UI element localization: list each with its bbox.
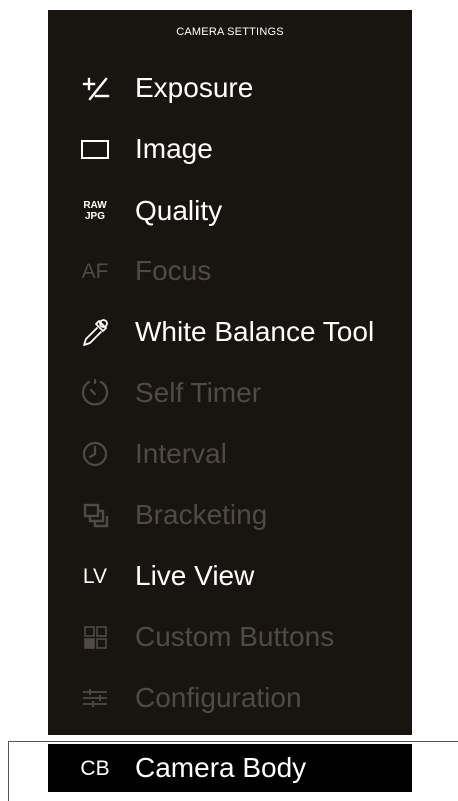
sliders-icon (72, 678, 118, 718)
menu-item-focus[interactable]: AF Focus (48, 246, 412, 296)
jpg-label: JPG (84, 211, 105, 222)
menu-item-bracketing[interactable]: Bracketing (48, 490, 412, 540)
menu-item-configuration[interactable]: Configuration (48, 673, 412, 723)
menu-item-interval[interactable]: Interval (48, 429, 412, 479)
menu-item-label: Bracketing (135, 499, 268, 530)
lv-icon: LV (82, 564, 108, 588)
menu-item-label: Interval (135, 438, 227, 469)
camera-settings-panel: CAMERA SETTINGS Exposure Image RAW JPG Q… (48, 10, 412, 735)
menu-item-quality[interactable]: RAW JPG Quality (48, 186, 412, 236)
menu-item-label: Quality (135, 195, 223, 226)
image-frame-icon (72, 129, 118, 169)
menu-item-white-balance-tool[interactable]: White Balance Tool (48, 307, 412, 357)
af-icon: AF (81, 259, 109, 283)
cb-icon: CB (80, 756, 110, 780)
interval-clock-icon (72, 434, 118, 474)
menu-item-label: Live View (135, 560, 255, 591)
exposure-compensation-icon (72, 68, 118, 108)
menu-item-exposure[interactable]: Exposure (48, 63, 412, 113)
menu-item-label: Self Timer (135, 377, 262, 408)
eyedropper-icon (72, 312, 118, 352)
menu-item-image[interactable]: Image (48, 124, 412, 174)
custom-buttons-grid-icon (72, 617, 118, 657)
menu-item-live-view[interactable]: LV Live View (48, 551, 412, 601)
camera-body-label: Camera Body (135, 752, 307, 783)
self-timer-icon (72, 373, 118, 413)
menu-item-self-timer[interactable]: Self Timer (48, 368, 412, 418)
menu-item-label: Exposure (135, 72, 254, 103)
menu-item-label: Image (135, 133, 213, 164)
raw-label: RAW (83, 200, 107, 211)
camera-body-button[interactable]: CB Camera Body (48, 744, 412, 792)
raw-jpg-icon: RAW JPG (72, 191, 118, 231)
menu-item-custom-buttons[interactable]: Custom Buttons (48, 612, 412, 662)
menu-item-label: Custom Buttons (135, 621, 335, 652)
bracketing-icon (72, 495, 118, 535)
menu-item-label: White Balance Tool (135, 316, 375, 347)
menu-item-label: Focus (135, 255, 212, 286)
menu-item-label: Configuration (135, 682, 302, 713)
panel-title: CAMERA SETTINGS (176, 26, 284, 38)
